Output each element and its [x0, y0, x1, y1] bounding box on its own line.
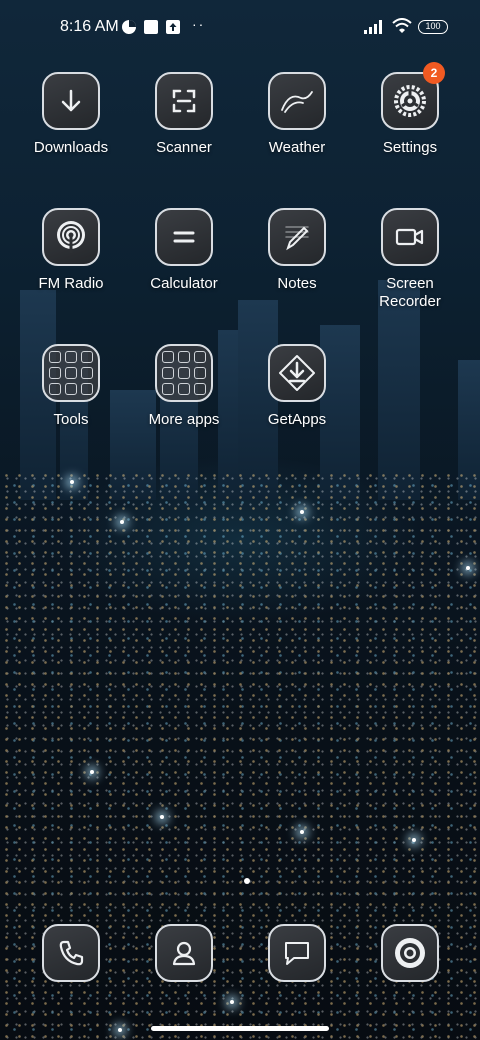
wifi-icon [392, 18, 412, 33]
status-time: 8:16 AM [60, 18, 119, 35]
app-label: Settings [382, 139, 438, 156]
message-icon [268, 924, 326, 982]
app-label: Calculator [150, 275, 218, 292]
app-label: Notes [277, 275, 317, 292]
phone-icon [42, 924, 100, 982]
dock-phone[interactable] [16, 924, 126, 982]
status-bar: 8:16 AM ·· 100 [0, 0, 480, 56]
app-notes[interactable]: Notes [242, 208, 352, 293]
app-getapps[interactable]: GetApps [242, 344, 352, 429]
app-calculator[interactable]: Calculator [129, 208, 239, 293]
app-label: GetApps [267, 411, 327, 428]
upload-icon [166, 20, 180, 34]
app-scanner[interactable]: Scanner [129, 72, 239, 157]
signal-icon [364, 20, 382, 34]
weather-curve-icon [268, 72, 326, 130]
app-label: FM Radio [38, 275, 104, 292]
dock-contacts[interactable] [129, 924, 239, 982]
app-settings[interactable]: 2 Settings [355, 62, 465, 157]
getapps-icon [268, 344, 326, 402]
folder-icon [42, 344, 100, 402]
app-label: Downloads [33, 139, 109, 156]
contact-icon [155, 924, 213, 982]
gear-icon: 2 [381, 62, 445, 130]
square-icon [144, 20, 158, 34]
app-downloads[interactable]: Downloads [16, 72, 126, 157]
dock-camera[interactable] [355, 924, 465, 982]
more-notifications: ·· [192, 16, 206, 32]
video-camera-icon [381, 208, 439, 266]
download-arrow-icon [42, 72, 100, 130]
battery-indicator: 100 [418, 20, 448, 34]
data-saver-icon [122, 20, 136, 34]
app-fm-radio[interactable]: FM Radio [16, 208, 126, 293]
radio-icon [42, 208, 100, 266]
app-label: Tools [53, 411, 89, 428]
equals-icon [155, 208, 213, 266]
app-label: Scanner [156, 139, 212, 156]
app-label: More apps [148, 411, 220, 428]
folder-more-apps[interactable]: More apps [129, 344, 239, 429]
page-indicator [244, 878, 250, 884]
app-screen-recorder[interactable]: Screen Recorder [355, 208, 465, 311]
home-gesture-bar[interactable] [151, 1026, 329, 1031]
app-label: Screen Recorder [379, 275, 441, 310]
notification-badge: 2 [423, 62, 445, 84]
dock-messages[interactable] [242, 924, 352, 982]
app-label: Weather [268, 139, 326, 156]
folder-icon [155, 344, 213, 402]
scanner-frame-icon [155, 72, 213, 130]
camera-lens-icon [381, 924, 439, 982]
folder-tools[interactable]: Tools [16, 344, 126, 429]
pencil-notes-icon [268, 208, 326, 266]
app-weather[interactable]: Weather [242, 72, 352, 157]
